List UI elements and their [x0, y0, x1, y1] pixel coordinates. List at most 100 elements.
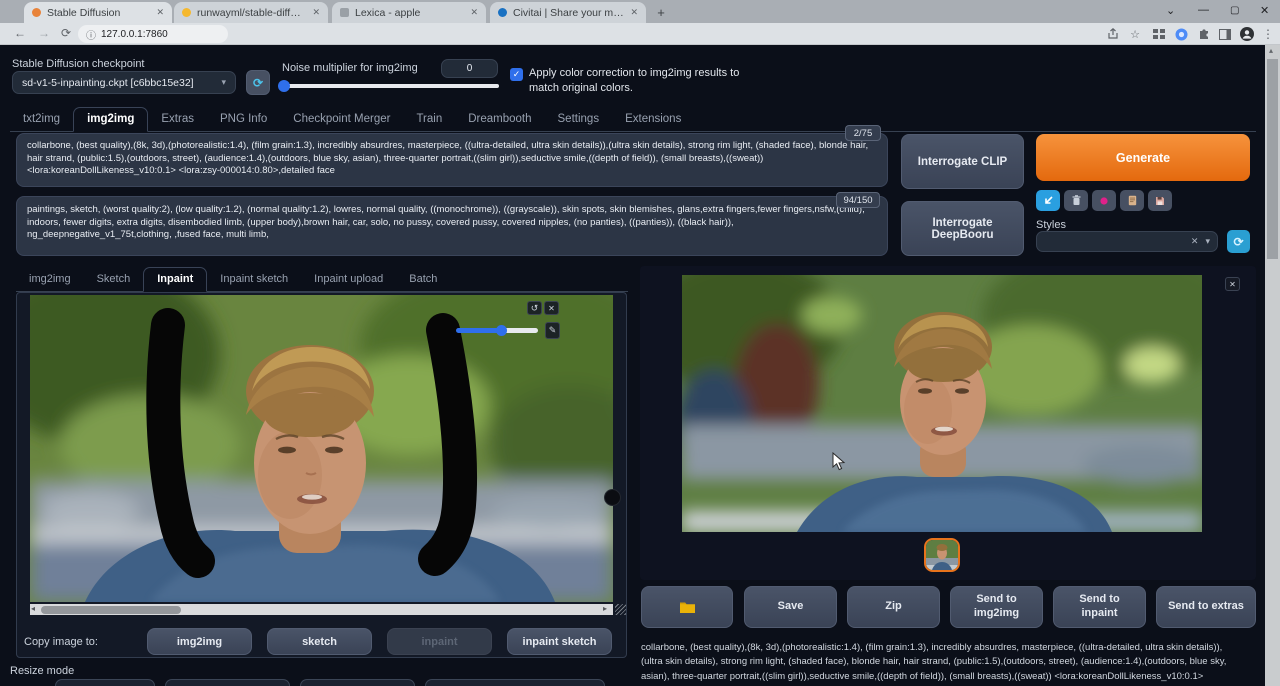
profile-avatar[interactable] [1240, 27, 1254, 41]
browser-tab-stable-diffusion[interactable]: Stable Diffusion ✕ [24, 2, 172, 23]
paste-params-button[interactable] [1036, 190, 1060, 211]
negative-prompt-textarea[interactable]: paintings, sketch, (worst quality:2), (l… [16, 196, 888, 256]
site-info-icon[interactable]: ⓘ [86, 27, 96, 42]
brush-slider-thumb[interactable] [496, 325, 507, 336]
tab-mode-batch[interactable]: Batch [396, 268, 450, 291]
tab-mode-img2img[interactable]: img2img [16, 268, 84, 291]
browser-tab-civitai[interactable]: Civitai | Share your models ✕ [490, 2, 646, 23]
floppy-save-icon [1156, 196, 1164, 205]
zip-button[interactable]: Zip [847, 586, 940, 628]
resize-mode-option[interactable] [425, 679, 605, 686]
send-to-img2img-button[interactable]: Send to img2img [950, 586, 1043, 628]
side-panel-icon[interactable] [1218, 27, 1232, 41]
trash-icon [1072, 195, 1080, 205]
h-scrollbar-thumb[interactable] [41, 605, 181, 614]
noise-slider-thumb[interactable] [278, 80, 290, 92]
tab-png-info[interactable]: PNG Info [207, 108, 280, 131]
open-folder-button[interactable] [641, 586, 733, 628]
send-to-inpaint-button[interactable]: Send to inpaint [1053, 586, 1146, 628]
v-scrollbar-thumb[interactable] [1267, 59, 1278, 259]
bookmark-star-icon[interactable]: ☆ [1128, 27, 1142, 41]
canvas-undo-button[interactable]: ↺ [527, 301, 542, 315]
tab-dreambooth[interactable]: Dreambooth [455, 108, 544, 131]
tab-title: Stable Diffusion [47, 6, 121, 19]
url-text: 127.0.0.1:7860 [101, 28, 168, 40]
tab-close-icon[interactable]: ✕ [630, 7, 638, 18]
copy-to-inpaint-button[interactable]: inpaint [387, 628, 492, 655]
interrogate-clip-button[interactable]: Interrogate CLIP [901, 134, 1024, 189]
inpaint-canvas[interactable] [30, 295, 613, 602]
tab-settings[interactable]: Settings [545, 108, 613, 131]
canvas-h-scrollbar[interactable]: ◂ ▸ [30, 604, 613, 615]
clear-icon[interactable]: ✕ [1191, 236, 1199, 247]
tab-extras[interactable]: Extras [148, 108, 207, 131]
copy-to-sketch-button[interactable]: sketch [267, 628, 372, 655]
resize-mode-option[interactable] [55, 679, 155, 686]
generate-button[interactable]: Generate [1036, 134, 1250, 181]
apply-style-button[interactable] [1120, 190, 1144, 211]
output-image[interactable] [682, 275, 1202, 532]
noise-multiplier-slider[interactable] [282, 84, 499, 88]
styles-refresh-button[interactable]: ⟳ [1227, 230, 1250, 253]
checkpoint-refresh-button[interactable]: ⟳ [246, 70, 270, 95]
canvas-resize-handle[interactable] [604, 489, 621, 506]
color-correction-label: Apply color correction to img2img result… [529, 67, 740, 94]
copy-to-inpaint-sketch-button[interactable]: inpaint sketch [507, 628, 612, 655]
chevron-down-icon: ▾ [221, 77, 226, 87]
save-style-button[interactable] [1148, 190, 1172, 211]
scroll-up-icon: ▴ [1269, 46, 1274, 55]
copy-to-img2img-button[interactable]: img2img [147, 628, 252, 655]
window-maximize-button[interactable]: ▢ [1230, 5, 1239, 16]
tab-close-icon[interactable]: ✕ [470, 7, 478, 18]
window-close-button[interactable]: ✕ [1260, 4, 1269, 17]
resize-mode-option[interactable] [300, 679, 415, 686]
canvas-clear-button[interactable]: ✕ [544, 301, 559, 315]
forward-icon[interactable]: → [38, 26, 50, 40]
checkpoint-label: Stable Diffusion checkpoint [12, 58, 145, 70]
styles-dropdown[interactable]: ✕ ▾ [1036, 231, 1218, 252]
window-minimize-button[interactable]: — [1198, 4, 1209, 16]
reload-icon[interactable]: ⟳ [61, 26, 71, 40]
address-bar[interactable]: ⓘ 127.0.0.1:7860 [78, 25, 228, 43]
interrogate-deepbooru-button[interactable]: Interrogate DeepBooru [901, 201, 1024, 256]
resize-mode-option[interactable] [165, 679, 290, 686]
sync-circle-icon[interactable] [1174, 27, 1188, 41]
gallery-close-button[interactable]: ✕ [1225, 277, 1240, 291]
browser-tab-lexica[interactable]: Lexica - apple ✕ [332, 2, 486, 23]
prompt-textarea[interactable]: collarbone, (best quality),(8k, 3d),(pho… [16, 133, 888, 187]
tab-close-icon[interactable]: ✕ [156, 7, 164, 18]
tab-close-icon[interactable]: ✕ [312, 7, 320, 18]
browser-window: Stable Diffusion ✕ runwayml/stable-diffu… [0, 0, 1280, 686]
tab-txt2img[interactable]: txt2img [10, 108, 73, 131]
gallery-thumbnail-selected[interactable] [924, 538, 960, 572]
page-scrollbar[interactable]: ▴ [1265, 45, 1280, 686]
tab-extensions[interactable]: Extensions [612, 108, 694, 131]
new-tab-button[interactable]: + [652, 3, 670, 21]
noise-multiplier-input[interactable]: 0 [441, 59, 498, 78]
browser-tab-runwayml[interactable]: runwayml/stable-diffusion-inpai ✕ [174, 2, 328, 23]
send-to-extras-button[interactable]: Send to extras [1156, 586, 1256, 628]
arrow-down-left-icon [1045, 195, 1053, 204]
tab-mode-inpaint-upload[interactable]: Inpaint upload [301, 268, 396, 291]
tab-grid-icon[interactable] [1152, 27, 1166, 41]
canvas-resize-grip[interactable] [615, 604, 626, 615]
tab-mode-inpaint-sketch[interactable]: Inpaint sketch [207, 268, 301, 291]
clear-prompt-button[interactable] [1064, 190, 1088, 211]
checkpoint-dropdown[interactable]: sd-v1-5-inpainting.ckpt [c6bbc15e32] ▾ [12, 71, 236, 94]
menu-dots-icon[interactable]: ⋮ [1261, 27, 1275, 41]
tab-train[interactable]: Train [403, 108, 455, 131]
color-correction-checkbox[interactable]: ✓ [510, 68, 523, 81]
share-icon[interactable] [1106, 27, 1120, 41]
tab-title: Lexica - apple [355, 6, 421, 19]
back-icon[interactable]: ← [14, 26, 26, 40]
save-button[interactable]: Save [744, 586, 837, 628]
tab-checkpoint-merger[interactable]: Checkpoint Merger [280, 108, 403, 131]
tab-mode-inpaint[interactable]: Inpaint [143, 267, 208, 292]
extensions-puzzle-icon[interactable] [1197, 27, 1211, 41]
tab-img2img[interactable]: img2img [73, 107, 149, 132]
tab-mode-sketch[interactable]: Sketch [84, 268, 144, 291]
extra-networks-button[interactable] [1092, 190, 1116, 211]
brush-color-button[interactable]: ✎ [545, 322, 560, 339]
tab-title: runwayml/stable-diffusion-inpai [197, 6, 306, 19]
chrome-chevron-icon[interactable]: ⌄ [1166, 4, 1175, 17]
